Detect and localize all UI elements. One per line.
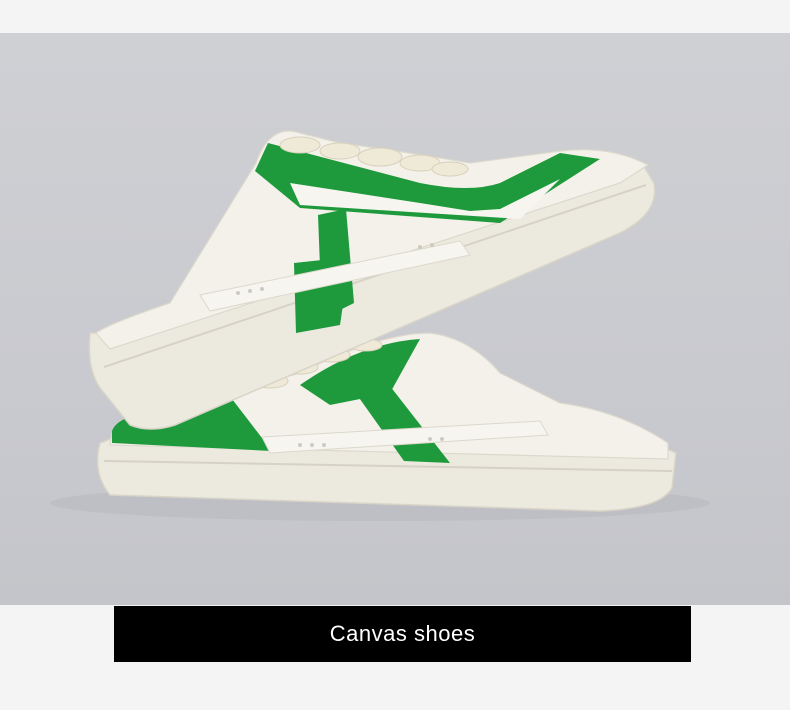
- caption-text: Canvas shoes: [329, 621, 476, 646]
- caption-bar: Canvas shoes: [114, 606, 691, 662]
- sneaker-illustration: [50, 130, 710, 521]
- product-photo: [0, 33, 790, 605]
